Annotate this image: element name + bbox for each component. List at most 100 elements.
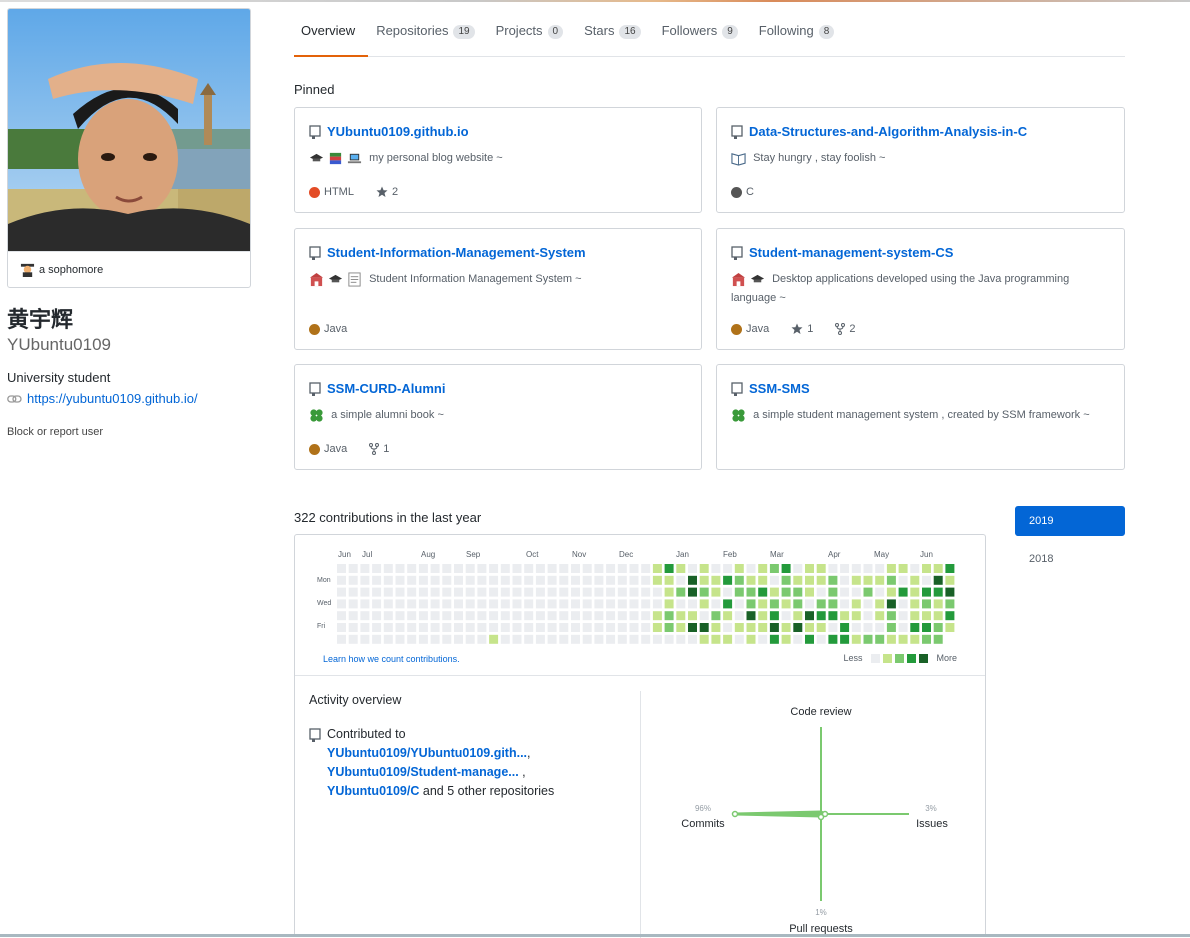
contribution-day-cell[interactable] bbox=[805, 623, 814, 632]
contribution-day-cell[interactable] bbox=[606, 564, 616, 573]
contribution-day-cell[interactable] bbox=[500, 564, 510, 573]
contribution-day-cell[interactable] bbox=[688, 587, 697, 597]
contribution-day-cell[interactable] bbox=[407, 587, 417, 597]
contribution-day-cell[interactable] bbox=[641, 564, 651, 573]
contribution-day-cell[interactable] bbox=[734, 564, 744, 573]
contribution-day-cell[interactable] bbox=[863, 599, 873, 609]
contribution-day-cell[interactable] bbox=[524, 575, 534, 585]
contribution-day-cell[interactable] bbox=[723, 599, 733, 609]
contribution-day-cell[interactable] bbox=[816, 611, 826, 621]
contribution-day-cell[interactable] bbox=[500, 599, 510, 609]
contribution-day-cell[interactable] bbox=[851, 623, 861, 632]
contribution-day-cell[interactable] bbox=[430, 575, 440, 585]
contribution-day-cell[interactable] bbox=[407, 634, 417, 644]
contribution-day-cell[interactable] bbox=[383, 611, 393, 621]
contribution-day-cell[interactable] bbox=[933, 599, 943, 609]
contribution-day-cell[interactable] bbox=[793, 575, 803, 585]
contribution-day-cell[interactable] bbox=[805, 564, 814, 573]
contribution-day-cell[interactable] bbox=[500, 623, 510, 632]
contribution-day-cell[interactable] bbox=[711, 599, 721, 609]
contribution-day-cell[interactable] bbox=[769, 575, 779, 585]
contribution-day-cell[interactable] bbox=[875, 599, 885, 609]
contribution-day-cell[interactable] bbox=[582, 564, 592, 573]
contribution-day-cell[interactable] bbox=[793, 611, 803, 621]
contribution-day-cell[interactable] bbox=[863, 587, 873, 597]
contribution-day-cell[interactable] bbox=[652, 564, 662, 573]
contribution-day-cell[interactable] bbox=[571, 611, 580, 621]
contribution-day-cell[interactable] bbox=[699, 623, 709, 632]
contribution-day-cell[interactable] bbox=[348, 634, 358, 644]
contribution-day-cell[interactable] bbox=[793, 587, 803, 597]
contribution-day-cell[interactable] bbox=[734, 587, 744, 597]
contribution-day-cell[interactable] bbox=[898, 611, 908, 621]
year-button-2018[interactable]: 2018 bbox=[1015, 544, 1125, 574]
contribution-day-cell[interactable] bbox=[910, 623, 920, 632]
contribution-day-cell[interactable] bbox=[676, 611, 686, 621]
contribution-day-cell[interactable] bbox=[828, 587, 838, 597]
contribution-day-cell[interactable] bbox=[875, 634, 885, 644]
contribution-day-cell[interactable] bbox=[500, 587, 510, 597]
contribution-day-cell[interactable] bbox=[723, 587, 733, 597]
contribution-day-cell[interactable] bbox=[676, 634, 686, 644]
contribution-day-cell[interactable] bbox=[571, 634, 580, 644]
contribution-day-cell[interactable] bbox=[512, 587, 522, 597]
avatar[interactable] bbox=[8, 9, 250, 251]
contribution-day-cell[interactable] bbox=[664, 634, 674, 644]
contribution-day-cell[interactable] bbox=[664, 611, 674, 621]
contribution-day-cell[interactable] bbox=[734, 623, 744, 632]
repo-link[interactable]: Student-Information-Management-System bbox=[327, 245, 586, 260]
tab-stars[interactable]: Stars 16 bbox=[577, 11, 653, 57]
contribution-day-cell[interactable] bbox=[594, 564, 604, 573]
contribution-day-cell[interactable] bbox=[688, 611, 697, 621]
contribution-day-cell[interactable] bbox=[933, 575, 943, 585]
contribution-day-cell[interactable] bbox=[652, 575, 662, 585]
contribution-day-cell[interactable] bbox=[571, 575, 580, 585]
contribution-day-cell[interactable] bbox=[629, 623, 639, 632]
contribution-day-cell[interactable] bbox=[454, 564, 463, 573]
contribution-day-cell[interactable] bbox=[418, 564, 428, 573]
contribution-day-cell[interactable] bbox=[395, 575, 405, 585]
contribution-day-cell[interactable] bbox=[769, 587, 779, 597]
contribution-day-cell[interactable] bbox=[594, 634, 604, 644]
contribution-day-cell[interactable] bbox=[477, 634, 487, 644]
contribution-day-cell[interactable] bbox=[898, 634, 908, 644]
contribution-day-cell[interactable] bbox=[594, 599, 604, 609]
contribution-day-cell[interactable] bbox=[933, 634, 943, 644]
contribution-day-cell[interactable] bbox=[465, 611, 475, 621]
contribution-day-cell[interactable] bbox=[535, 634, 545, 644]
contribution-day-cell[interactable] bbox=[945, 599, 955, 609]
contribution-day-cell[interactable] bbox=[898, 587, 908, 597]
contribution-day-cell[interactable] bbox=[828, 575, 838, 585]
contribution-day-cell[interactable] bbox=[383, 623, 393, 632]
contribution-day-cell[interactable] bbox=[372, 611, 382, 621]
contribution-day-cell[interactable] bbox=[418, 575, 428, 585]
contribution-day-cell[interactable] bbox=[851, 575, 861, 585]
contribution-day-cell[interactable] bbox=[559, 575, 569, 585]
contribution-day-cell[interactable] bbox=[559, 611, 569, 621]
contribution-day-cell[interactable] bbox=[805, 634, 814, 644]
contribution-day-cell[interactable] bbox=[781, 599, 791, 609]
contribution-day-cell[interactable] bbox=[535, 564, 545, 573]
contribution-day-cell[interactable] bbox=[629, 575, 639, 585]
contribution-day-cell[interactable] bbox=[676, 623, 686, 632]
contribution-day-cell[interactable] bbox=[851, 564, 861, 573]
contribution-day-cell[interactable] bbox=[372, 634, 382, 644]
contribution-day-cell[interactable] bbox=[933, 564, 943, 573]
contribution-day-cell[interactable] bbox=[699, 575, 709, 585]
contribution-day-cell[interactable] bbox=[617, 575, 627, 585]
contribution-day-cell[interactable] bbox=[746, 599, 756, 609]
repo-stars[interactable]: 2 bbox=[392, 186, 398, 198]
contribution-day-cell[interactable] bbox=[547, 564, 557, 573]
contribution-day-cell[interactable] bbox=[875, 623, 885, 632]
learn-contributions-link[interactable]: Learn how we count contributions. bbox=[323, 654, 460, 664]
contribution-day-cell[interactable] bbox=[875, 564, 885, 573]
contribution-day-cell[interactable] bbox=[594, 575, 604, 585]
contribution-day-cell[interactable] bbox=[465, 634, 475, 644]
contribution-day-cell[interactable] bbox=[407, 564, 417, 573]
tab-repositories[interactable]: Repositories 19 bbox=[369, 11, 487, 57]
contribution-day-cell[interactable] bbox=[337, 564, 346, 573]
contribution-day-cell[interactable] bbox=[886, 575, 896, 585]
contribution-day-cell[interactable] bbox=[652, 634, 662, 644]
contribution-day-cell[interactable] bbox=[395, 611, 405, 621]
contribution-day-cell[interactable] bbox=[360, 564, 370, 573]
